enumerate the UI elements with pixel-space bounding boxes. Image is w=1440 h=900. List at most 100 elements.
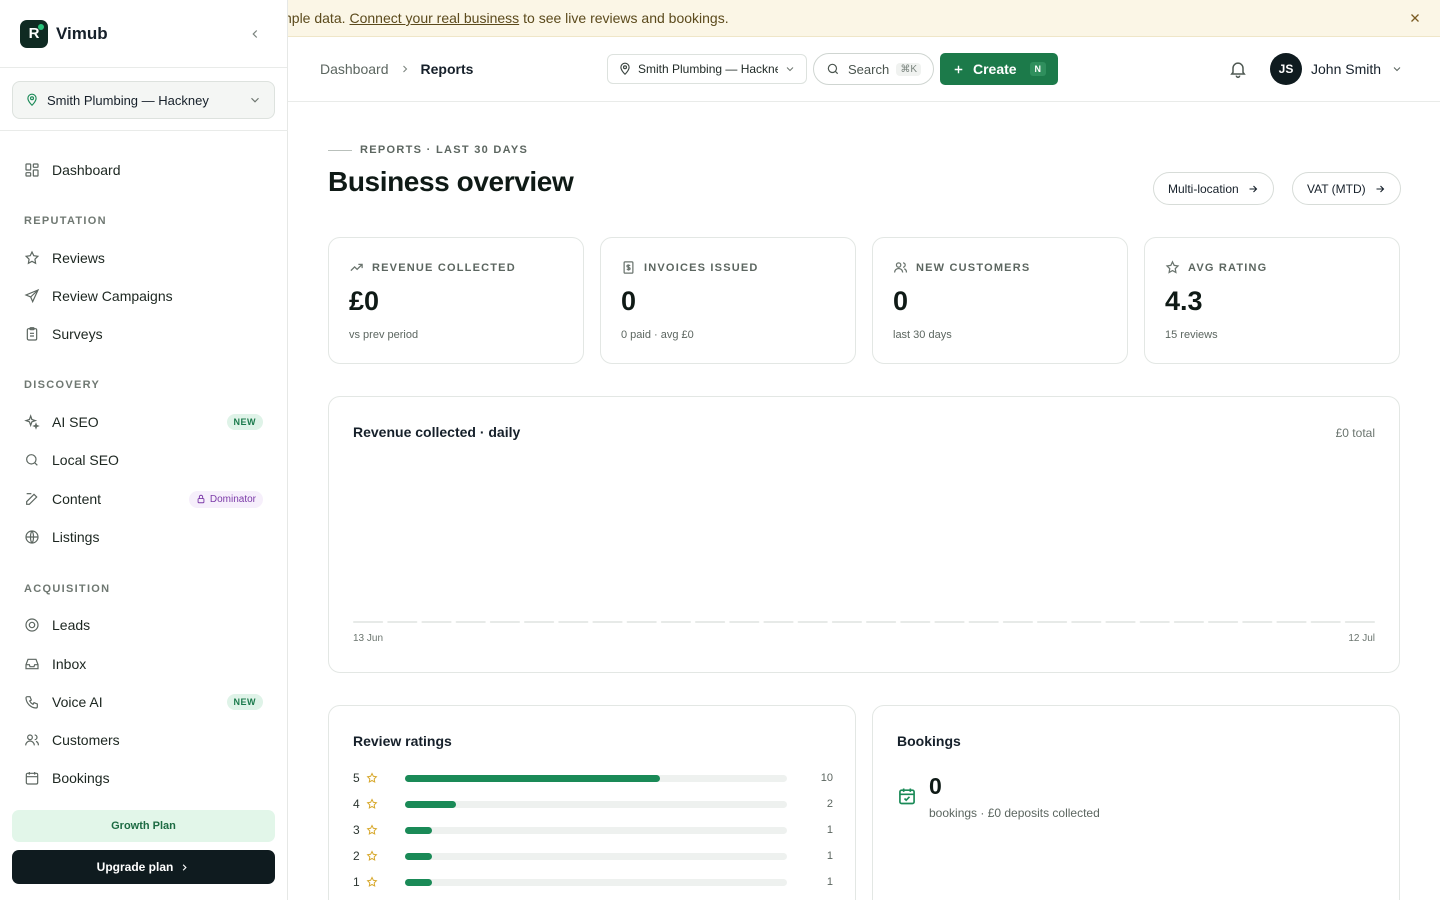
stat-sub: 0 paid · avg £0: [621, 329, 694, 341]
chart-bar: [353, 621, 384, 623]
banner-text-prefix: nple data.: [288, 10, 346, 26]
rating-count: 1: [826, 824, 833, 836]
stat-value: 4.3: [1165, 286, 1203, 316]
rating-bar-fill: [405, 800, 456, 808]
vat-mtd-label: VAT (MTD): [1307, 181, 1366, 196]
star-icon: [366, 798, 378, 809]
search-shortcut: ⌘K: [896, 62, 921, 76]
sidebar-item-bookings[interactable]: Bookings: [12, 761, 275, 795]
sidebar-item-ai-seo[interactable]: AI SEO NEW: [12, 405, 275, 439]
logo-mark: R: [20, 19, 48, 48]
chart-bar: [1276, 621, 1307, 623]
collapse-sidebar-button[interactable]: [243, 22, 267, 46]
sidebar-item-content[interactable]: Content Dominator: [12, 482, 275, 516]
create-button[interactable]: Create N: [940, 53, 1058, 85]
clipboard-icon: [26, 327, 38, 341]
close-icon[interactable]: [1408, 11, 1422, 25]
sidebar-item-label: Customers: [52, 732, 120, 748]
sparkle-icon: [24, 414, 40, 430]
sidebar-item-label: Local SEO: [52, 452, 119, 468]
sidebar-item-local-seo[interactable]: Local SEO: [12, 443, 275, 477]
sidebar-item-label: Leads: [52, 617, 91, 633]
bookings-sub: bookings · £0 deposits collected: [929, 806, 1100, 820]
sidebar-item-label: Dashboard: [52, 162, 121, 178]
review-ratings-card: Review ratings 5 10 4 2 3 1 2 1 1 1: [328, 705, 856, 900]
rating-bar-track: [405, 852, 787, 860]
rating-stars-label: 5: [353, 771, 360, 785]
stat-value: £0: [349, 286, 380, 316]
rating-bar-track: [405, 878, 787, 886]
star-icon: [24, 250, 40, 265]
rating-count: 2: [826, 798, 833, 810]
target-icon: [25, 618, 39, 632]
chart-bar: [1173, 621, 1204, 623]
connect-business-link[interactable]: Connect your real business: [350, 10, 520, 26]
search-button[interactable]: Search ⌘K: [813, 53, 934, 85]
breadcrumb-dashboard[interactable]: Dashboard: [320, 61, 389, 77]
stat-card-invoices: INVOICES ISSUED 0 0 paid · avg £0: [600, 237, 856, 364]
chart-bar: [660, 621, 691, 623]
rating-stars-label: 4: [353, 797, 360, 811]
chart-title: Revenue collected · daily: [353, 424, 521, 440]
sidebar-item-dashboard[interactable]: Dashboard: [12, 153, 275, 187]
edit-icon: [26, 493, 38, 505]
rating-row: 31: [353, 822, 833, 838]
sidebar-item-inbox[interactable]: Inbox: [12, 647, 275, 681]
sidebar-item-listings[interactable]: Listings: [12, 520, 275, 554]
upgrade-plan-label: Upgrade plan: [96, 860, 174, 874]
chart-bar: [1002, 621, 1033, 623]
avatar[interactable]: JS: [1270, 53, 1302, 85]
location-selector[interactable]: Smith Plumbing — Hackney: [12, 81, 275, 119]
user-name[interactable]: John Smith: [1311, 61, 1381, 77]
users-icon: [25, 734, 39, 746]
page-eyebrow-text: REPORTS · LAST 30 DAYS: [360, 144, 529, 156]
stat-label: INVOICES ISSUED: [644, 261, 759, 274]
sidebar-item-customers[interactable]: Customers: [12, 723, 275, 757]
trending-up-icon: [350, 263, 363, 272]
rating-row: 11: [353, 874, 833, 890]
chart-bar: [968, 621, 999, 623]
section-acquisition: ACQUISITION: [24, 583, 111, 595]
chart-bar: [695, 621, 726, 623]
chart-x-end-label: 12 Jul: [1348, 633, 1375, 644]
stat-sub: vs prev period: [349, 329, 419, 341]
create-shortcut: N: [1029, 62, 1046, 76]
chart-bar: [1208, 621, 1239, 623]
chart-bar: [1344, 621, 1375, 623]
vat-mtd-button[interactable]: VAT (MTD): [1292, 172, 1401, 205]
topbar-location-selector[interactable]: Smith Plumbing — Hackney: [607, 54, 807, 84]
section-discovery: DISCOVERY: [24, 379, 101, 391]
sidebar-header: R Vimub: [0, 0, 287, 68]
bell-icon[interactable]: [1228, 59, 1248, 79]
chart-bar: [1105, 621, 1136, 623]
bookings-value: 0: [929, 773, 942, 799]
sidebar-item-label: Inbox: [52, 656, 87, 672]
chart-bar: [797, 621, 828, 623]
topbar-location-label: Smith Plumbing — Hackney: [638, 62, 778, 76]
sidebar-item-label: Voice AI: [52, 694, 103, 710]
rating-row: 5 10: [353, 770, 833, 786]
sidebar-item-surveys[interactable]: Surveys: [12, 317, 275, 351]
banner-text-suffix: to see live reviews and bookings.: [523, 10, 729, 26]
dominator-badge-label: Dominator: [209, 493, 256, 505]
stat-card-avg-rating: AVG RATING 4.3 15 reviews: [1144, 237, 1400, 364]
sidebar-item-review-campaigns[interactable]: Review Campaigns: [12, 279, 275, 313]
chart-bar: [1310, 621, 1341, 623]
chart-bar: [626, 621, 657, 623]
chart-x-start-label: 13 Jun: [353, 633, 384, 644]
bookings-card: Bookings 0 bookings · £0 deposits collec…: [872, 705, 1400, 900]
chart-bar: [489, 621, 520, 623]
chevron-right-icon: [183, 863, 188, 871]
breadcrumb-current: Reports: [420, 61, 474, 77]
chevron-left-icon: [252, 29, 258, 38]
sidebar-item-voice-ai[interactable]: Voice AI NEW: [12, 685, 275, 719]
upgrade-plan-button[interactable]: Upgrade plan: [12, 850, 275, 884]
chart-bar: [421, 621, 452, 623]
sidebar-item-reviews[interactable]: Reviews: [12, 241, 275, 275]
grid-icon: [25, 163, 39, 177]
revenue-chart-card: Revenue collected · daily £0 total 13 Ju…: [328, 396, 1400, 673]
chevron-down-icon[interactable]: [1391, 63, 1403, 75]
rating-bar-fill: [405, 826, 432, 834]
multi-location-button[interactable]: Multi-location: [1153, 172, 1274, 205]
sidebar-item-leads[interactable]: Leads: [12, 608, 275, 642]
